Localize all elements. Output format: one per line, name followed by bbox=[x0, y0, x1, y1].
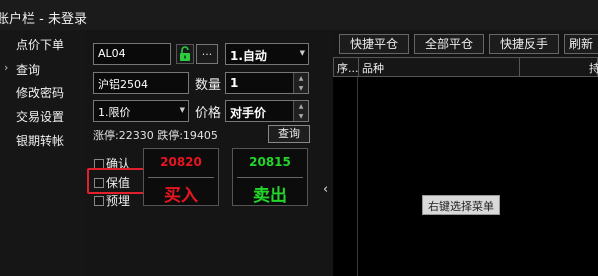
unlock-icon[interactable] bbox=[176, 44, 194, 64]
quantity-value: 1 bbox=[230, 76, 239, 90]
contract-input[interactable]: 沪铝2504 bbox=[93, 72, 189, 94]
column-divider[interactable] bbox=[519, 58, 520, 76]
highlight-box bbox=[87, 168, 145, 194]
positions-table[interactable] bbox=[333, 77, 598, 276]
auto-mode-select[interactable]: 1.自动 ▼ bbox=[225, 43, 309, 65]
sell-label: 卖出 bbox=[253, 186, 287, 206]
sell-button[interactable]: 20815 卖出 bbox=[232, 148, 308, 206]
query-button[interactable]: 查询 bbox=[268, 125, 310, 143]
preset-label: 预埋 bbox=[106, 194, 131, 208]
spin-down-icon[interactable]: ▼ bbox=[293, 111, 308, 121]
close-all-button[interactable]: 全部平仓 bbox=[414, 34, 484, 54]
quick-close-button[interactable]: 快捷平仓 bbox=[339, 34, 409, 54]
price-label: 价格 bbox=[195, 106, 222, 121]
price-limit-text: 涨停:22330 跌停:19405 bbox=[93, 129, 218, 142]
quantity-stepper[interactable]: 1 ▲ ▼ bbox=[225, 72, 309, 94]
checkbox-box[interactable] bbox=[94, 195, 104, 206]
collapse-arrow-icon[interactable]: ‹ bbox=[323, 182, 328, 197]
title-bar: 账户栏 - 未登录 bbox=[0, 0, 598, 30]
auto-mode-value: 1.自动 bbox=[230, 49, 267, 63]
quantity-label: 数量 bbox=[195, 78, 222, 93]
chevron-down-icon: ▼ bbox=[179, 106, 185, 114]
sidebar-nav: 点价下单 › 查询 修改密码 交易设置 银期转帐 bbox=[0, 30, 86, 276]
window-title: 账户栏 - 未登录 bbox=[0, 12, 87, 27]
price-value: 对手价 bbox=[230, 106, 267, 120]
quick-reverse-button[interactable]: 快捷反手 bbox=[489, 34, 559, 54]
account-input[interactable]: AL04 bbox=[93, 43, 171, 65]
buy-price: 20820 bbox=[160, 155, 202, 169]
sidebar-item-quick-order[interactable]: 点价下单 bbox=[16, 36, 64, 53]
divider bbox=[148, 177, 214, 178]
context-tooltip: 右键选择菜单 bbox=[422, 195, 500, 215]
column-divider bbox=[357, 77, 358, 276]
column-header-variety[interactable]: 品种 bbox=[362, 60, 384, 76]
checkbox-box[interactable] bbox=[94, 158, 104, 169]
table-header: 序... 品种 持 bbox=[333, 57, 598, 77]
sidebar-item-query[interactable]: 查询 bbox=[16, 61, 40, 78]
refresh-button[interactable]: 刷新 bbox=[564, 34, 598, 54]
expand-arrow-icon[interactable]: › bbox=[4, 61, 8, 74]
buy-label: 买入 bbox=[164, 186, 198, 206]
sidebar-item-change-password[interactable]: 修改密码 bbox=[16, 84, 64, 101]
price-type-select[interactable]: 1.限价 ▼ bbox=[93, 100, 189, 122]
price-stepper[interactable]: 对手价 ▲ ▼ bbox=[225, 100, 309, 122]
divider bbox=[237, 177, 303, 178]
sidebar-item-trade-settings[interactable]: 交易设置 bbox=[16, 108, 64, 125]
sidebar-item-bank-transfer[interactable]: 银期转帐 bbox=[16, 132, 64, 149]
buy-button[interactable]: 20820 买入 bbox=[143, 148, 219, 206]
chevron-down-icon: ▼ bbox=[299, 49, 305, 57]
more-button[interactable]: ... bbox=[196, 44, 218, 64]
price-type-value: 1.限价 bbox=[98, 106, 131, 119]
preset-checkbox[interactable]: 预埋 bbox=[94, 192, 130, 209]
column-header-position[interactable]: 持 bbox=[589, 60, 598, 76]
column-divider[interactable] bbox=[358, 58, 359, 76]
sell-price: 20815 bbox=[249, 155, 291, 169]
column-header-index[interactable]: 序... bbox=[337, 60, 359, 76]
spin-down-icon[interactable]: ▼ bbox=[293, 83, 308, 93]
